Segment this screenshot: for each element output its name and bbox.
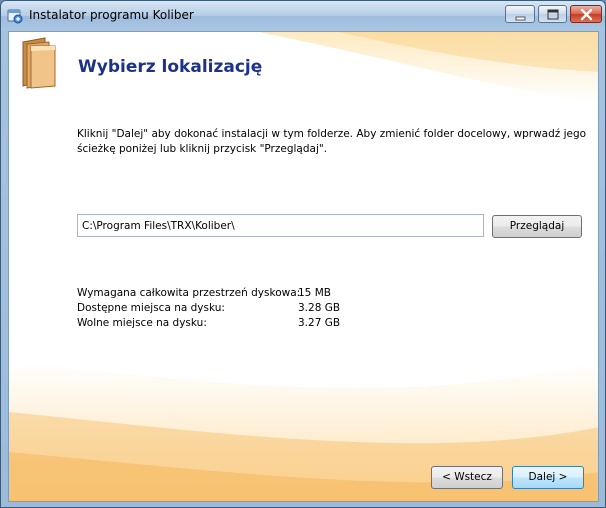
free-space-row: Wolne miejsce na dysku: 3.27 GB [77,316,397,331]
maximize-button[interactable] [538,5,567,23]
close-icon [580,8,593,21]
dialog-client-area: Advanced Installer Wybierz lokalizację K… [8,31,599,502]
install-folder-input[interactable] [77,214,484,237]
instruction-text: Kliknij "Dalej" aby dokonać instalacji w… [77,128,587,155]
disk-space-info: Wymagana całkowita przestrzeń dyskowa: 1… [77,286,397,331]
installer-app-icon [7,9,23,24]
title-bar[interactable]: Instalator programu Koliber [1,1,605,31]
page-title: Wybierz lokalizację [78,57,263,77]
required-space-label: Wymagana całkowita przestrzeń dyskowa: [77,287,301,299]
minimize-button[interactable] [505,5,535,23]
free-space-value: 3.27 GB [298,317,341,329]
folder-icon [22,37,56,89]
brand-watermark: Advanced Installer [486,32,592,45]
browse-button[interactable]: Przeglądaj [492,215,582,238]
close-button[interactable] [570,5,602,23]
required-space-value: 15 MB [298,287,331,299]
free-space-label: Wolne miejsce na dysku: [77,317,207,329]
available-space-row: Dostępne miejsca na dysku: 3.28 GB [77,301,397,316]
decorative-background [9,32,598,501]
back-button[interactable]: < Wstecz [431,466,503,489]
maximize-icon [547,9,559,20]
required-space-row: Wymagana całkowita przestrzeń dyskowa: 1… [77,286,397,301]
next-button[interactable]: Dalej > [512,466,584,489]
minimize-icon [515,16,526,21]
window-title: Instalator programu Koliber [29,8,194,22]
available-space-value: 3.28 GB [298,302,341,314]
installer-window: Instalator programu Koliber Advanced Ins… [0,0,606,508]
available-space-label: Dostępne miejsca na dysku: [77,302,225,314]
